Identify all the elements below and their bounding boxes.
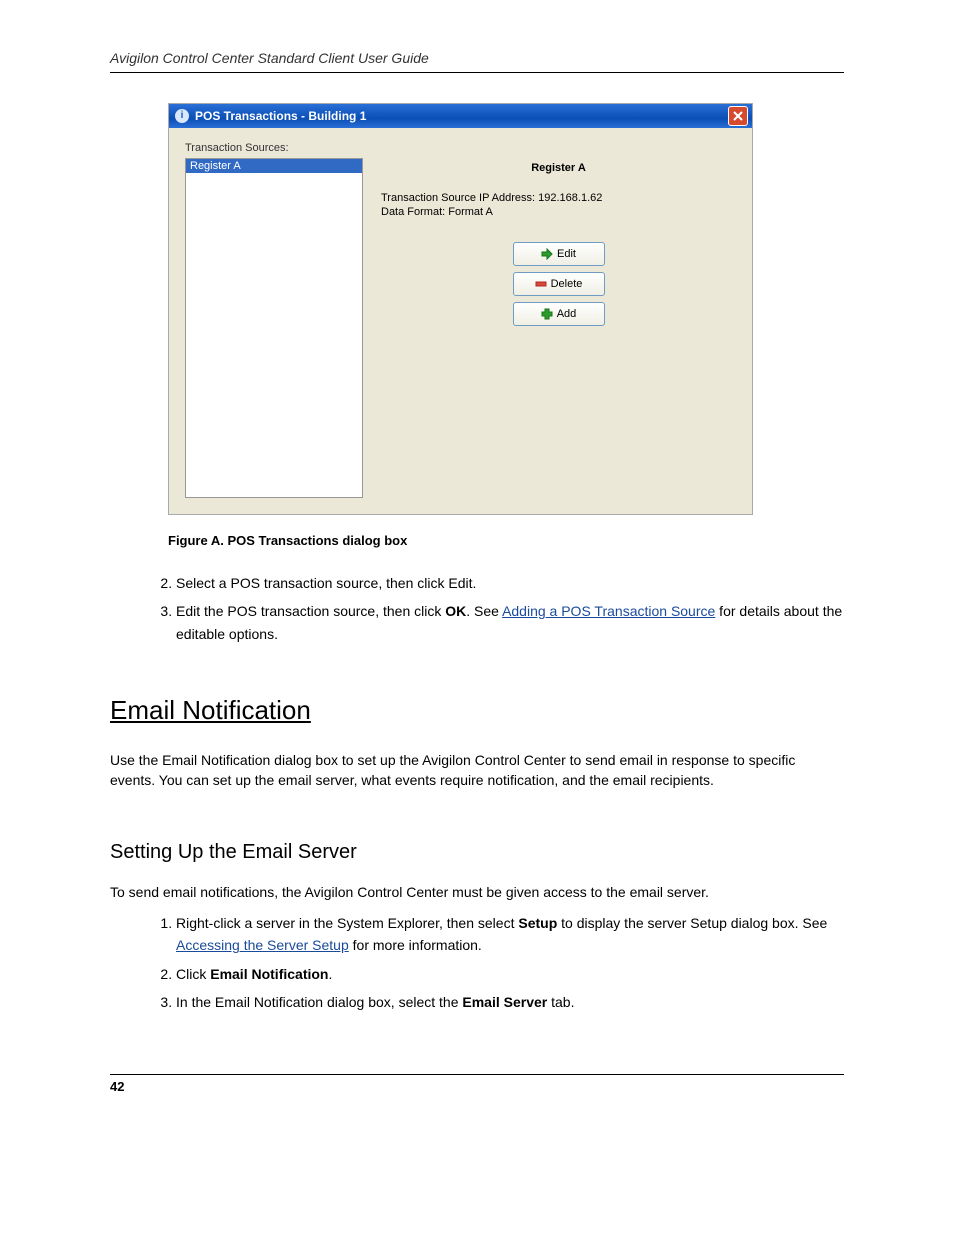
sources-label: Transaction Sources: xyxy=(185,142,363,154)
steps-list: Select a POS transaction source, then cl… xyxy=(136,572,844,645)
page-header: Avigilon Control Center Standard Client … xyxy=(110,50,844,73)
heading-email-notification: Email Notification xyxy=(110,695,844,726)
sources-listbox[interactable]: Register A xyxy=(185,158,363,498)
close-button[interactable] xyxy=(728,106,748,126)
close-icon xyxy=(733,111,743,121)
server-step-3: In the Email Notification dialog box, se… xyxy=(176,991,844,1013)
detail-heading: Register A xyxy=(381,162,736,174)
edit-label: Edit xyxy=(557,248,576,260)
page-number: 42 xyxy=(110,1074,844,1094)
title-icon: i xyxy=(175,109,189,123)
dialog-title: POS Transactions - Building 1 xyxy=(195,109,366,123)
minus-icon xyxy=(535,278,547,290)
email-para: Use the Email Notification dialog box to… xyxy=(110,750,844,791)
titlebar: i POS Transactions - Building 1 xyxy=(169,104,752,128)
format-line: Data Format: Format A xyxy=(381,206,736,218)
link-server-setup[interactable]: Accessing the Server Setup xyxy=(176,937,349,953)
add-label: Add xyxy=(557,308,577,320)
dialog-pos-transactions: i POS Transactions - Building 1 Transact… xyxy=(168,103,753,515)
delete-label: Delete xyxy=(551,278,583,290)
server-steps: Right-click a server in the System Explo… xyxy=(136,912,844,1014)
arrow-right-icon xyxy=(541,248,553,260)
step-3: Edit the POS transaction source, then cl… xyxy=(176,600,844,645)
step-2: Select a POS transaction source, then cl… xyxy=(176,572,844,594)
link-adding-source[interactable]: Adding a POS Transaction Source xyxy=(502,603,715,619)
edit-button[interactable]: Edit xyxy=(513,242,605,266)
email-server-para: To send email notifications, the Avigilo… xyxy=(110,882,844,902)
server-step-1: Right-click a server in the System Explo… xyxy=(176,912,844,957)
add-button[interactable]: Add xyxy=(513,302,605,326)
delete-button[interactable]: Delete xyxy=(513,272,605,296)
figure-caption: Figure A. POS Transactions dialog box xyxy=(168,533,844,548)
plus-icon xyxy=(541,308,553,320)
heading-email-server: Setting Up the Email Server xyxy=(110,841,844,864)
ip-line: Transaction Source IP Address: 192.168.1… xyxy=(381,192,736,204)
list-item[interactable]: Register A xyxy=(186,159,362,173)
server-step-2: Click Email Notification. xyxy=(176,963,844,985)
